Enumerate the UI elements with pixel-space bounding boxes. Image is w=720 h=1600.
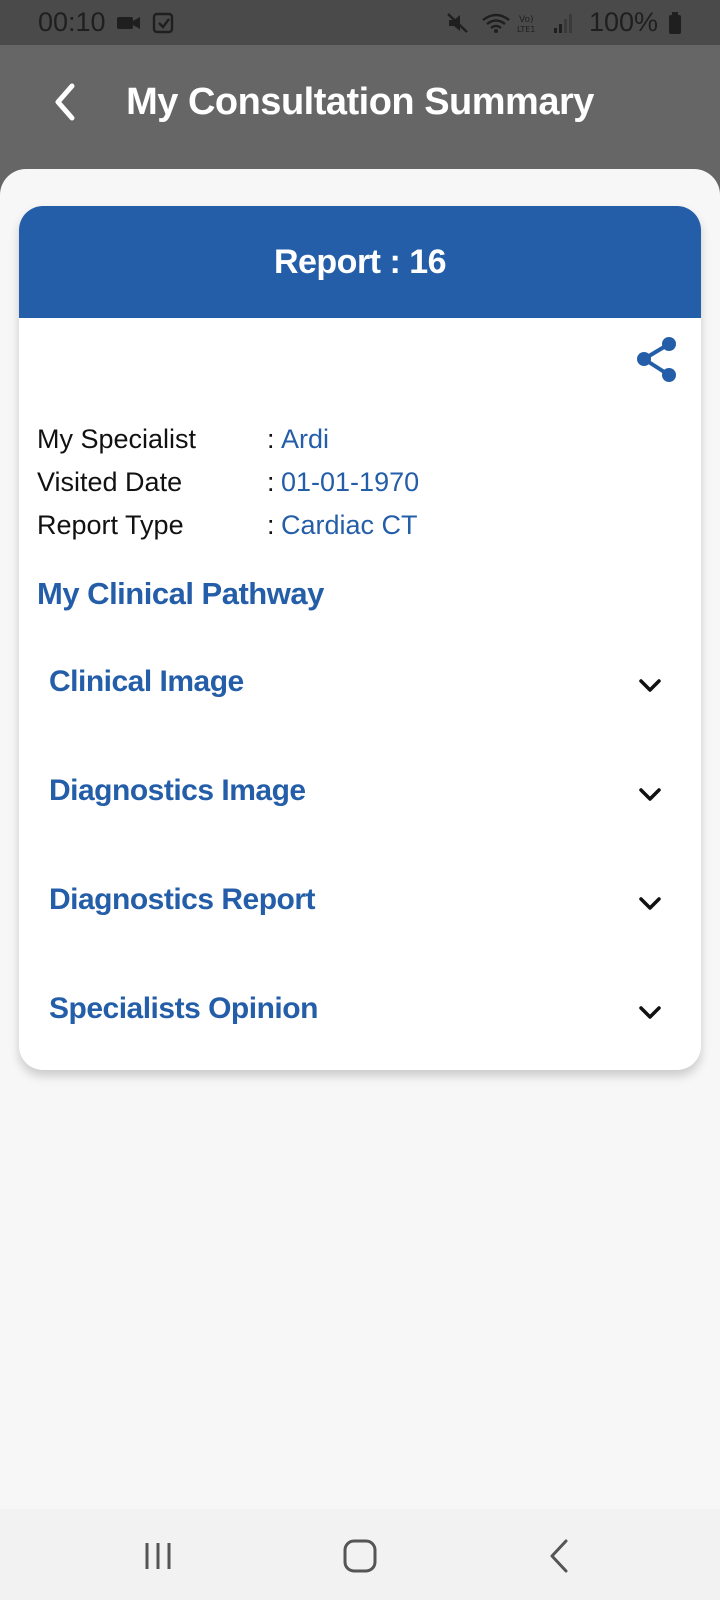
mute-icon [445, 12, 471, 34]
recent-apps-button[interactable] [133, 1531, 183, 1581]
info-label: My Specialist [37, 424, 197, 454]
volte-icon: Vo) LTE1 [517, 12, 543, 34]
chevron-down-icon [639, 1006, 661, 1019]
info-value-visited-date: 01-01-1970 [281, 467, 420, 497]
svg-text:Vo): Vo) [519, 15, 533, 25]
signal-icon [553, 12, 579, 34]
accordion-label: Diagnostics Report [49, 883, 316, 916]
back-icon [550, 1539, 568, 1573]
clipboard-check-icon [152, 12, 178, 34]
report-card-header: Report : 16 [19, 206, 701, 318]
accordion-label: Clinical Image [49, 665, 244, 698]
wifi-icon [481, 12, 510, 34]
info-label: Visited Date [37, 467, 183, 497]
page-title: My Consultation Summary [126, 81, 594, 123]
status-left: 00:10 [38, 7, 178, 38]
home-button[interactable] [335, 1531, 385, 1581]
content-area: Report : 16 My Specialist : Ardi Visited… [0, 169, 720, 1509]
chevron-down-icon [639, 679, 661, 692]
system-back-button[interactable] [535, 1531, 585, 1581]
pathway-accordion: Clinical Image Diagnostics Image Diagnos… [19, 641, 701, 1070]
share-button[interactable] [635, 336, 679, 384]
accordion-label: Diagnostics Image [49, 774, 306, 807]
info-label: Report Type [37, 510, 184, 540]
info-separator: : [267, 467, 275, 497]
report-info: My Specialist : Ardi Visited Date : 01-0… [37, 418, 677, 547]
info-value-specialist: Ardi [281, 424, 330, 454]
chevron-down-icon [639, 897, 661, 910]
video-camera-icon [116, 12, 142, 34]
system-nav-bar [0, 1509, 720, 1600]
accordion-diagnostics-report[interactable]: Diagnostics Report [19, 859, 701, 968]
share-icon [637, 337, 676, 382]
app-header: My Consultation Summary [0, 45, 720, 169]
info-separator: : [267, 510, 275, 540]
home-icon [343, 1539, 377, 1573]
chevron-down-icon [639, 788, 661, 801]
info-row-visited-date: Visited Date : 01-01-1970 [37, 461, 677, 504]
info-separator: : [267, 424, 275, 454]
accordion-specialists-opinion[interactable]: Specialists Opinion [19, 968, 701, 1070]
battery-percentage: 100% [588, 7, 658, 37]
status-right: Vo) LTE1 100% [445, 7, 682, 38]
info-value-report-type: Cardiac CT [281, 510, 418, 540]
report-card: Report : 16 My Specialist : Ardi Visited… [19, 206, 701, 1070]
accordion-diagnostics-image[interactable]: Diagnostics Image [19, 750, 701, 859]
accordion-label: Specialists Opinion [49, 992, 318, 1025]
status-bar: 00:10 Vo) LTE1 100% [0, 0, 720, 45]
report-title: Report : 16 [273, 242, 447, 281]
info-row-report-type: Report Type : Cardiac CT [37, 504, 677, 547]
info-row-specialist: My Specialist : Ardi [37, 418, 677, 461]
battery-icon [668, 11, 682, 34]
accordion-clinical-image[interactable]: Clinical Image [19, 641, 701, 750]
status-time: 00:10 [38, 7, 106, 37]
svg-text:LTE1: LTE1 [517, 25, 535, 34]
section-heading: My Clinical Pathway [37, 576, 324, 611]
recent-apps-icon [145, 1543, 171, 1569]
